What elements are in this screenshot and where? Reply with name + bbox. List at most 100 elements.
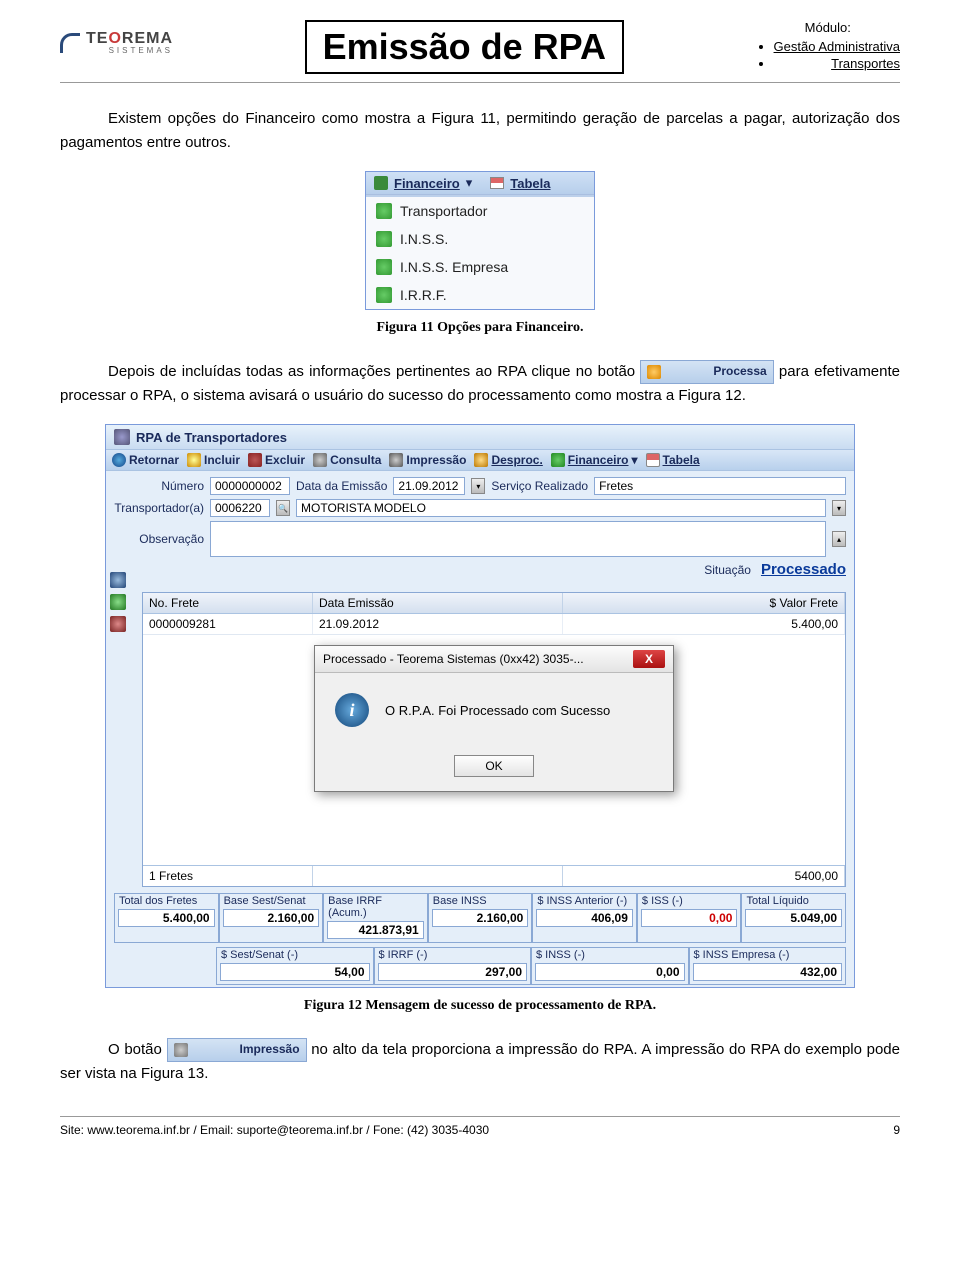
menu-item-irrf[interactable]: I.R.R.F.: [366, 281, 594, 309]
dropdown-icon[interactable]: ▾: [832, 500, 846, 516]
data-emissao-input[interactable]: [393, 477, 465, 495]
search-icon: [313, 453, 327, 467]
consulta-button[interactable]: Consulta: [313, 453, 381, 467]
financeiro-button[interactable]: Financeiro ▾: [551, 453, 638, 467]
menu-item-label: I.R.R.F.: [400, 287, 447, 303]
menu-item-transportador[interactable]: Transportador: [366, 197, 594, 225]
app-icon: [114, 429, 130, 445]
paragraph-3: O botão Impressão no alto da tela propor…: [60, 1038, 900, 1086]
grid-foot-total: 5400,00: [563, 866, 845, 886]
info-icon: i: [335, 693, 369, 727]
dialog-close-button[interactable]: X: [633, 650, 665, 668]
scroll-up-icon[interactable]: ▴: [832, 531, 846, 547]
add-row-icon[interactable]: [110, 594, 126, 610]
total-liquido-box: Total Líquido5.049,00: [741, 893, 846, 943]
module-item: Gestão Administrativa: [774, 39, 900, 54]
money-icon: [376, 287, 392, 303]
refresh-icon[interactable]: [110, 572, 126, 588]
logo: TEOREMA SISTEMAS: [60, 30, 173, 55]
delete-icon: [248, 453, 262, 467]
menu-item-inss[interactable]: I.N.S.S.: [366, 225, 594, 253]
process-icon: [647, 365, 661, 379]
impressao-label: Impressão: [192, 1040, 300, 1059]
numero-input[interactable]: [210, 477, 290, 495]
figure-11-caption: Figura 11 Opções para Financeiro.: [60, 320, 900, 336]
base-irrf-box: Base IRRF (Acum.)421.873,91: [323, 893, 428, 943]
cell-valor: 5.400,00: [563, 614, 845, 634]
excluir-button[interactable]: Excluir: [248, 453, 305, 467]
tabela-menu[interactable]: Tabela: [510, 176, 550, 191]
servico-input[interactable]: [594, 477, 846, 495]
fig11-list: Transportador I.N.S.S. I.N.S.S. Empresa …: [366, 195, 594, 309]
dialog-body: i O R.P.A. Foi Processado com Sucesso: [315, 673, 673, 747]
menu-item-label: I.N.S.S. Empresa: [400, 259, 508, 275]
base-sest-box: Base Sest/Senat2.160,00: [219, 893, 324, 943]
grid-foot-count: 1 Fretes: [143, 866, 313, 886]
grid-header: No. Frete Data Emissão $ Valor Frete: [143, 593, 845, 614]
chevron-down-icon: ▾: [466, 175, 473, 191]
numero-label: Número: [114, 479, 204, 493]
situacao-label: Situação: [704, 563, 751, 577]
window-title: RPA de Transportadores: [106, 425, 854, 449]
transportador-label: Transportador(a): [114, 501, 204, 515]
col-data: Data Emissão: [313, 593, 563, 613]
money-icon: [376, 259, 392, 275]
inss-empresa-box: $ INSS Empresa (-)432,00: [689, 947, 847, 985]
table-icon: [490, 177, 504, 189]
sest-box: $ Sest/Senat (-)54,00: [216, 947, 374, 985]
page-title: Emissão de RPA: [305, 20, 624, 74]
dialog-title-text: Processado - Teorema Sistemas (0xx42) 30…: [323, 652, 584, 666]
figure-12-window: RPA de Transportadores Retornar Incluir …: [105, 424, 855, 988]
dialog-titlebar: Processado - Teorema Sistemas (0xx42) 30…: [315, 646, 673, 673]
dialog-ok-button[interactable]: OK: [454, 755, 533, 777]
dialog-message: O R.P.A. Foi Processado com Sucesso: [385, 703, 610, 718]
col-nofrete: No. Frete: [143, 593, 313, 613]
footer-contact: Site: www.teorema.inf.br / Email: suport…: [60, 1123, 489, 1137]
figure-11: Financeiro ▾ Tabela Transportador I.N.S.…: [365, 171, 595, 310]
servico-label: Serviço Realizado: [491, 479, 588, 493]
print-icon: [174, 1043, 188, 1057]
lookup-icon[interactable]: 🔍: [276, 500, 290, 516]
observacao-input[interactable]: [210, 521, 826, 557]
fretes-grid: No. Frete Data Emissão $ Valor Frete 000…: [142, 592, 846, 887]
logo-arc-icon: [60, 33, 80, 53]
cell-nofrete: 0000009281: [143, 614, 313, 634]
incluir-button[interactable]: Incluir: [187, 453, 240, 467]
date-dropdown-icon[interactable]: ▾: [471, 478, 485, 494]
processa-button[interactable]: Processa: [640, 360, 773, 383]
grid-empty-area: Processado - Teorema Sistemas (0xx42) 30…: [143, 635, 845, 865]
page-number: 9: [893, 1123, 900, 1137]
desproc-button[interactable]: Desproc.: [474, 453, 542, 467]
inss-anterior-box: $ INSS Anterior (-)406,09: [532, 893, 637, 943]
money-icon: [376, 231, 392, 247]
fig11-header: Financeiro ▾ Tabela: [366, 172, 594, 195]
module-box: Módulo: Gestão Administrativa Transporte…: [756, 20, 900, 73]
impressao-button-inline[interactable]: Impressão: [167, 1038, 307, 1061]
base-inss-box: Base INSS2.160,00: [428, 893, 533, 943]
menu-item-inss-empresa[interactable]: I.N.S.S. Empresa: [366, 253, 594, 281]
toolbar: Retornar Incluir Excluir Consulta Impres…: [106, 449, 854, 471]
situacao-value: Processado: [761, 561, 846, 578]
col-valor: $ Valor Frete: [563, 593, 845, 613]
money-icon: [376, 203, 392, 219]
menu-item-label: Transportador: [400, 203, 487, 219]
remove-row-icon[interactable]: [110, 616, 126, 632]
undo-icon: [474, 453, 488, 467]
window-title-text: RPA de Transportadores: [136, 430, 287, 445]
impressao-button[interactable]: Impressão: [389, 453, 466, 467]
money-icon: [551, 453, 565, 467]
success-dialog: Processado - Teorema Sistemas (0xx42) 30…: [314, 645, 674, 792]
print-icon: [389, 453, 403, 467]
grid-row[interactable]: 0000009281 21.09.2012 5.400,00: [143, 614, 845, 635]
financeiro-menu[interactable]: Financeiro: [394, 176, 460, 191]
transportador-nome-input[interactable]: [296, 499, 826, 517]
retornar-button[interactable]: Retornar: [112, 453, 179, 467]
cell-data: 21.09.2012: [313, 614, 563, 634]
processa-label: Processa: [665, 362, 766, 381]
grid-footer: 1 Fretes 5400,00: [143, 865, 845, 886]
transportador-cod-input[interactable]: [210, 499, 270, 517]
tabela-button[interactable]: Tabela: [646, 453, 700, 467]
totals-row-2: $ Sest/Senat (-)54,00 $ IRRF (-)297,00 $…: [106, 945, 854, 987]
iss-box: $ ISS (-)0,00: [637, 893, 742, 943]
back-icon: [112, 453, 126, 467]
